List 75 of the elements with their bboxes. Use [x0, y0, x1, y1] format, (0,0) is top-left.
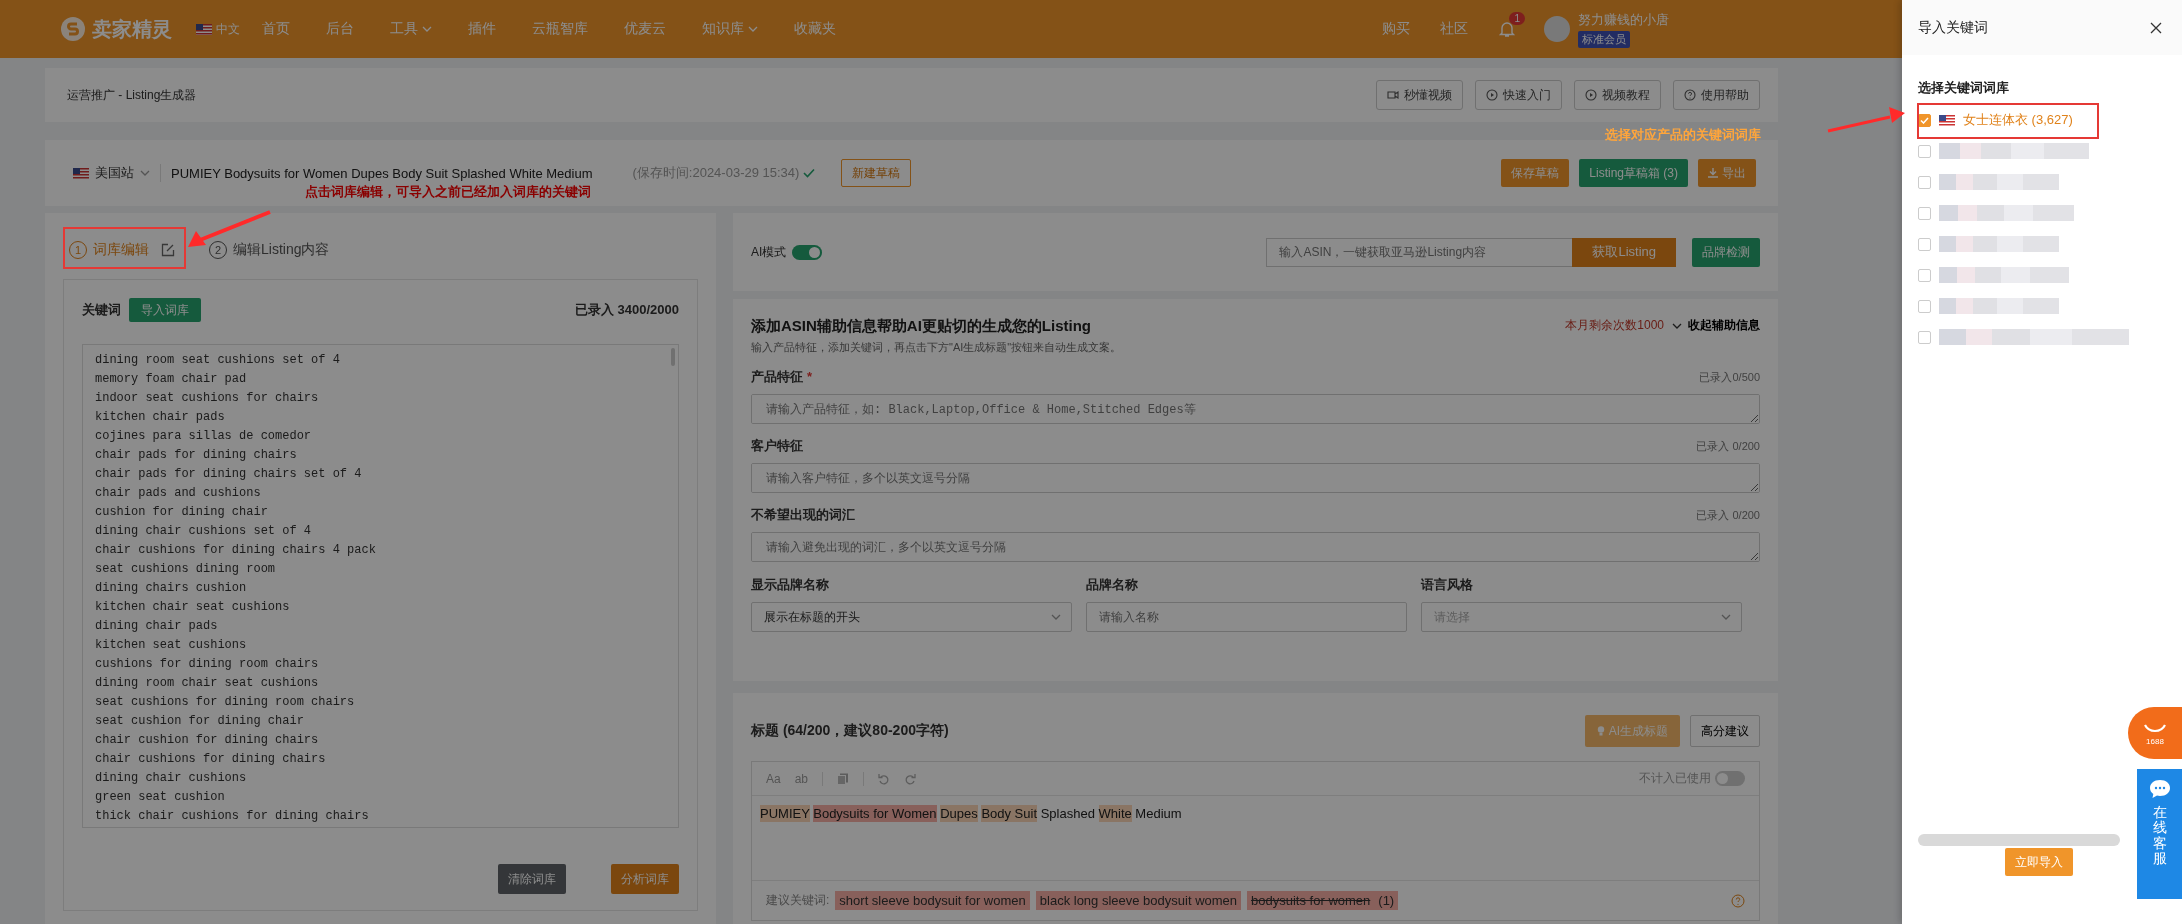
- nav-link[interactable]: 优麦云: [624, 20, 666, 38]
- marketplace-selector[interactable]: 美国站: [95, 164, 134, 182]
- help-button[interactable]: 视频教程: [1574, 80, 1661, 110]
- keyword-tag[interactable]: black long sleeve bodysuit women: [1035, 891, 1242, 910]
- nav-link[interactable]: 购买: [1382, 20, 1410, 38]
- nav-link[interactable]: 插件: [468, 20, 496, 38]
- help-button[interactable]: 秒懂视频: [1376, 80, 1463, 110]
- shop-badge[interactable]: 1688: [2128, 707, 2182, 759]
- fetch-listing-button[interactable]: 获取Listing: [1572, 237, 1676, 267]
- case-tool[interactable]: ab: [794, 771, 809, 786]
- field-label: 品牌名称: [1086, 576, 1139, 594]
- field-label: 显示品牌名称: [751, 576, 830, 594]
- notification-badge: 1: [1509, 12, 1525, 25]
- keywords-label: 关键词: [82, 301, 121, 319]
- library-name[interactable]: 女士连体衣 (3,627): [1963, 111, 2073, 129]
- keyword-count: 已录入 3400/2000: [574, 301, 679, 319]
- title-heading: 标题 (64/200，建议80-200字符): [751, 722, 949, 740]
- nav-link[interactable]: 社区: [1440, 20, 1468, 38]
- nav-link[interactable]: 云瓶智库: [532, 20, 588, 38]
- field-label: 产品特征 *: [751, 368, 813, 386]
- char-count: 已录入 0/200: [1696, 507, 1760, 523]
- char-count: 已录入 0/200: [1696, 438, 1760, 454]
- user-name[interactable]: 努力赚钱的小唐: [1578, 10, 1669, 29]
- nav-link[interactable]: 知识库: [702, 20, 758, 38]
- title-editor[interactable]: PUMIEY Bodysuits for Women Dupes Body Suit Splashed White Medium: [752, 796, 1759, 880]
- text-field[interactable]: 请输入产品特征，如: Black,Laptop,Office & Home,Stitched Edges等: [751, 394, 1760, 424]
- drawer-title: 导入关键词: [1918, 18, 1988, 37]
- field-label: 客户特征: [751, 437, 803, 455]
- ai-mode-label: AI模式: [751, 243, 787, 261]
- ai-generate-button[interactable]: AI生成标题: [1584, 715, 1680, 747]
- import-library-button[interactable]: 导入词库: [129, 298, 201, 322]
- help-button[interactable]: 快速入门: [1475, 80, 1562, 110]
- nav-link[interactable]: 工具: [390, 20, 432, 38]
- export-button[interactable]: 导出: [1698, 159, 1756, 187]
- clear-library-button[interactable]: 清除词库: [498, 864, 566, 894]
- char-count: 已录入0/500: [1699, 369, 1760, 385]
- section-hint: 输入产品特征，添加关键词，再点击下方"AI生成标题"按钮来自动生成文案。: [751, 340, 1122, 355]
- step-tab[interactable]: 2 编辑Listing内容: [209, 241, 330, 259]
- keyword-tag[interactable]: bodysuits for women: [1247, 891, 1375, 910]
- input-field[interactable]: 请输入名称: [1086, 602, 1407, 632]
- support-button[interactable]: 在线客服: [2137, 769, 2182, 899]
- annotation-text: 选择对应产品的关键词词库: [1605, 126, 1761, 144]
- case-tool[interactable]: Aa: [766, 771, 781, 786]
- section-title: 选择关键词词库: [1918, 79, 2010, 97]
- remaining-count: 本月剩余次数1000: [1565, 317, 1664, 334]
- text-field[interactable]: 请输入客户特征，多个以英文逗号分隔: [751, 463, 1760, 493]
- field-label: 语言风格: [1421, 576, 1474, 594]
- new-draft-button[interactable]: 新建草稿: [841, 159, 912, 187]
- drafts-button[interactable]: Listing草稿箱 (3): [1579, 159, 1688, 187]
- annotation-text: 点击词库编辑，可导入之前已经加入词库的关键词: [305, 183, 591, 201]
- score-suggestion-button[interactable]: 高分建议: [1690, 715, 1760, 747]
- save-button[interactable]: 保存草稿: [1501, 159, 1570, 187]
- brand-check-button[interactable]: 品牌检测: [1692, 237, 1760, 267]
- suggest-label: 建议关键词:: [766, 892, 830, 909]
- nav-link[interactable]: 后台: [326, 20, 354, 38]
- nav-link[interactable]: 收藏夹: [794, 20, 836, 38]
- keyword-textarea[interactable]: dining room seat cushions set of 4 memory foam chair pad indoor seat cushions for chairs kitchen chair pads cojines para sillas de comedor chair pads for dining chairs chair pads for dining chairs set of 4 chair pads and cushions cushion for dining chair dining chair cushions set of 4 chair cushions for dining chairs 4 pack seat cushions dining room dining chairs cushion kitchen chair seat cushions dining chair pads kitchen seat cushions cushions for dining room chairs dining room chair seat cushions seat cushions for dining room chairs seat cushion for dining chair chair cushion for dining chairs chair cushions for dining chairs dining chair cushions green seat cushion thick chair cushions for dining chairs: [82, 344, 679, 828]
- collapse-button[interactable]: 收起辅助信息: [1672, 317, 1760, 334]
- section-title: 添加ASIN辅助信息帮助AI更贴切的生成您的Listing: [751, 317, 1092, 336]
- field-label: 不希望出现的词汇: [751, 506, 855, 524]
- text-field[interactable]: 请输入避免出现的词汇，多个以英文逗号分隔: [751, 532, 1760, 562]
- help-button[interactable]: 使用帮助: [1673, 80, 1760, 110]
- select-field[interactable]: 展示在标题的开头: [751, 602, 1072, 632]
- asin-input[interactable]: 输入ASIN，一键获取亚马逊Listing内容: [1266, 237, 1573, 267]
- analyze-library-button[interactable]: 分析词库: [611, 864, 679, 894]
- member-badge: 标准会员: [1578, 30, 1630, 48]
- import-now-button[interactable]: 立即导入: [2005, 848, 2073, 876]
- step-tab[interactable]: 1 词库编辑: [69, 241, 175, 259]
- use-count: (1): [1374, 891, 1399, 910]
- keyword-tag[interactable]: short sleeve bodysuit for women: [835, 891, 1030, 910]
- language-label[interactable]: 中文: [216, 20, 240, 38]
- breadcrumb: 运营推广 - Listing生成器: [67, 86, 197, 104]
- nav-link[interactable]: 首页: [262, 20, 290, 38]
- listing-title: PUMIEY Bodysuits for Women Dupes Body Suit Splashed White Medium: [171, 165, 593, 181]
- logo-text: 卖家精灵: [92, 16, 172, 42]
